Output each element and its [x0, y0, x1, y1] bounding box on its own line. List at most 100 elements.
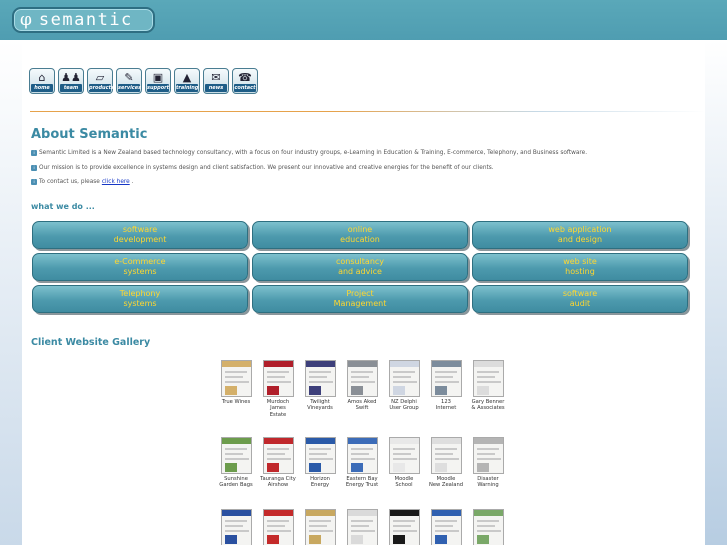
site-screenshot[interactable]: [262, 360, 294, 397]
service-label: Project: [346, 288, 374, 298]
service-button[interactable]: software audit: [472, 285, 688, 313]
what-we-do-heading: what we do ...: [31, 202, 95, 211]
gallery-item[interactable]: Moodle School: [383, 437, 425, 489]
nav-contact[interactable]: ☎ contact: [232, 68, 258, 94]
site-screenshot[interactable]: [220, 360, 252, 397]
service-button[interactable]: software development: [32, 221, 248, 249]
gallery-item[interactable]: NZ Delphi User Group: [383, 360, 425, 418]
screenshot-line: [434, 520, 457, 522]
main-content: ⌂ home ♟♟ team ▱ products ✎ services ▣ support ▲ tr…: [22, 40, 705, 545]
service-label: software: [562, 288, 598, 298]
screenshot-header: [389, 438, 419, 444]
service-button[interactable]: Telephony systems: [32, 285, 248, 313]
gallery-item[interactable]: True Wines: [215, 360, 257, 418]
screenshot-line: [308, 376, 327, 378]
site-screenshot[interactable]: [388, 509, 420, 545]
gallery-caption: Horizon Energy: [299, 476, 341, 489]
screenshot-block: [308, 386, 321, 395]
site-screenshot[interactable]: [304, 360, 336, 397]
screenshot-line: [392, 381, 417, 383]
screenshot-header: [347, 361, 377, 367]
site-screenshot[interactable]: [472, 437, 504, 474]
gallery-item[interactable]: Horizon Energy: [299, 437, 341, 489]
screenshot-line: [476, 458, 501, 460]
gallery-item[interactable]: [215, 509, 257, 545]
nav-home[interactable]: ⌂ home: [29, 68, 55, 94]
screenshot-line: [434, 371, 457, 373]
site-screenshot[interactable]: [430, 437, 462, 474]
site-screenshot[interactable]: [262, 509, 294, 545]
screenshot-line: [266, 381, 291, 383]
site-screenshot[interactable]: [304, 509, 336, 545]
screenshot-line: [476, 530, 501, 532]
screenshot-line: [224, 525, 243, 527]
screenshot-line: [266, 371, 289, 373]
screenshot-line: [266, 376, 285, 378]
site-screenshot[interactable]: [430, 360, 462, 397]
site-screenshot[interactable]: [220, 509, 252, 545]
people-icon: ♟♟: [61, 70, 81, 84]
caption-line: Airshow: [267, 482, 289, 489]
gallery-item[interactable]: Disaster Warning: [467, 437, 509, 489]
gallery-item[interactable]: 123 Internet: [425, 360, 467, 418]
service-label: and advice: [338, 267, 382, 276]
service-button[interactable]: consultancy and advice: [252, 253, 468, 281]
gallery-item[interactable]: Amos Aked Swift: [341, 360, 383, 418]
screenshot-line: [224, 376, 243, 378]
gallery-item[interactable]: Sunshine Garden Bags: [215, 437, 257, 489]
gallery-item[interactable]: [383, 509, 425, 545]
site-screenshot[interactable]: [346, 360, 378, 397]
screenshot-block: [308, 535, 321, 544]
contact-link[interactable]: click here: [102, 179, 130, 185]
screenshot-line: [392, 371, 415, 373]
nav-training[interactable]: ▲ training: [174, 68, 200, 94]
screenshot-header: [347, 510, 377, 516]
screenshot-line: [392, 520, 415, 522]
service-button[interactable]: Project Management: [252, 285, 468, 313]
gallery-item[interactable]: [425, 509, 467, 545]
gallery-caption: Moodle School: [383, 476, 425, 489]
site-screenshot[interactable]: [388, 360, 420, 397]
site-screenshot[interactable]: [346, 437, 378, 474]
gallery-item[interactable]: Eastern Bay Energy Trust: [341, 437, 383, 489]
site-screenshot[interactable]: [262, 437, 294, 474]
gallery-item[interactable]: Moodle New Zealand: [425, 437, 467, 489]
site-screenshot[interactable]: [430, 509, 462, 545]
nav-news[interactable]: ✉ news: [203, 68, 229, 94]
services-grid: software development online education web ap…: [32, 221, 688, 313]
service-button[interactable]: web site hosting: [472, 253, 688, 281]
service-label: Management: [333, 299, 387, 308]
service-label: web site: [563, 256, 597, 266]
site-screenshot[interactable]: [472, 360, 504, 397]
screenshot-line: [350, 530, 375, 532]
nav-bar: ⌂ home ♟♟ team ▱ products ✎ services ▣ support ▲ tr…: [29, 68, 258, 94]
service-button[interactable]: web application and design: [472, 221, 688, 249]
nav-products[interactable]: ▱ products: [87, 68, 114, 94]
gallery-item[interactable]: [257, 509, 299, 545]
site-screenshot[interactable]: [472, 509, 504, 545]
screenshot-line: [476, 381, 501, 383]
gallery-item[interactable]: Twilight Vineyards: [299, 360, 341, 418]
gallery-item[interactable]: Murdoch James Estate: [257, 360, 299, 418]
screenshot-line: [266, 453, 285, 455]
gallery-item[interactable]: [467, 509, 509, 545]
nav-services[interactable]: ✎ services: [116, 68, 142, 94]
nav-support[interactable]: ▣ support: [145, 68, 171, 94]
gallery-item[interactable]: [299, 509, 341, 545]
gallery-item[interactable]: Gary Benner & Associates: [467, 360, 509, 418]
screenshot-line: [350, 371, 373, 373]
screenshot-block: [476, 535, 489, 544]
service-button[interactable]: e-Commerce systems: [32, 253, 248, 281]
service-button[interactable]: online education: [252, 221, 468, 249]
site-screenshot[interactable]: [304, 437, 336, 474]
gallery-item[interactable]: [341, 509, 383, 545]
divider: [30, 111, 705, 112]
nav-team[interactable]: ♟♟ team: [58, 68, 84, 94]
site-screenshot[interactable]: [346, 509, 378, 545]
semantic-logo[interactable]: φ semantic: [12, 7, 155, 33]
site-screenshot[interactable]: [220, 437, 252, 474]
screenshot-header: [305, 361, 335, 367]
gallery-item[interactable]: Tauranga City Airshow: [257, 437, 299, 489]
site-screenshot[interactable]: [388, 437, 420, 474]
screenshot-header: [347, 438, 377, 444]
